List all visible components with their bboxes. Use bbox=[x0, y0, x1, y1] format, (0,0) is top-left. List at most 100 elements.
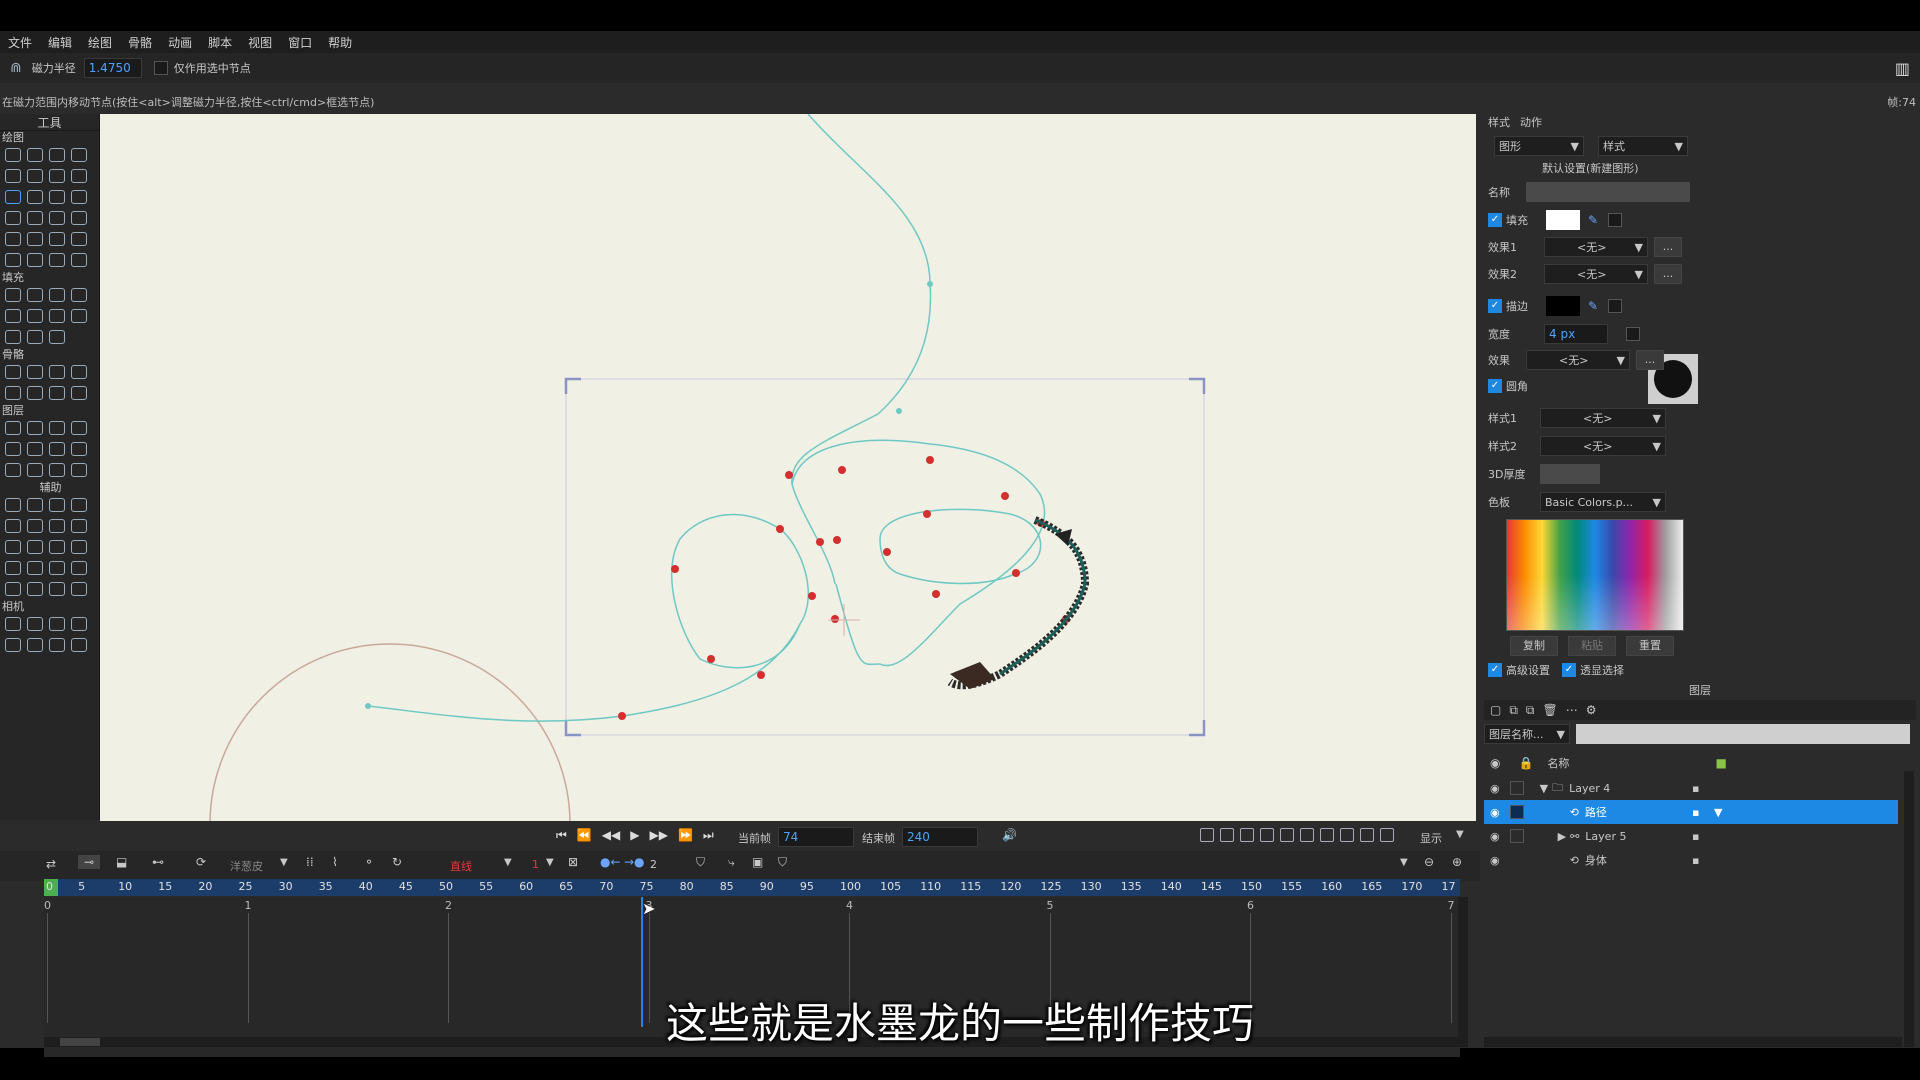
aux-tool-12-icon[interactable] bbox=[71, 540, 87, 554]
stroke-effect-dropdown[interactable]: <无> ▼ bbox=[1526, 350, 1630, 370]
create-shape-tool-icon[interactable] bbox=[71, 309, 87, 323]
visibility-eye-icon[interactable]: ◉ bbox=[1490, 806, 1500, 819]
step-back-icon[interactable]: ◀◀ bbox=[602, 828, 620, 843]
palette-dropdown[interactable]: Basic Colors.p... ▼ bbox=[1540, 492, 1666, 512]
magnet-radius-input[interactable]: 1.4750 bbox=[83, 58, 142, 78]
translate-points-tool-icon[interactable] bbox=[27, 148, 43, 162]
style1-dropdown[interactable]: <无> ▼ bbox=[1540, 408, 1666, 428]
warp-tool-icon[interactable] bbox=[71, 190, 87, 204]
layer-lock-checkbox[interactable] bbox=[1509, 781, 1524, 795]
aux-tool-3-icon[interactable] bbox=[49, 498, 65, 512]
menu-window[interactable]: 窗口 bbox=[280, 34, 320, 51]
select-shape-tool-icon[interactable] bbox=[5, 288, 21, 302]
curve-tool-icon[interactable] bbox=[49, 148, 65, 162]
book-icon[interactable]: ▥ bbox=[1895, 59, 1910, 78]
shield-icon[interactable]: ⛉ bbox=[696, 855, 705, 870]
aux-tool-14-icon[interactable] bbox=[27, 561, 43, 575]
brush-tool-icon[interactable] bbox=[71, 288, 87, 302]
chevron-down-icon[interactable]: ▼ bbox=[504, 857, 512, 868]
add-bone-tool-icon[interactable] bbox=[27, 365, 43, 379]
translate-layer-tool-icon[interactable] bbox=[27, 421, 43, 435]
visibility-eye-icon[interactable]: ◉ bbox=[1490, 830, 1500, 843]
menu-animation[interactable]: 动画 bbox=[160, 34, 200, 51]
shape-tool-icon[interactable] bbox=[49, 211, 65, 225]
paint-bucket-tool-icon[interactable] bbox=[49, 288, 65, 302]
palette-reset-button[interactable]: 重置 bbox=[1626, 636, 1674, 656]
volume-icon[interactable]: 🔊 bbox=[1002, 828, 1017, 842]
pass-select-checkbox[interactable] bbox=[1562, 663, 1576, 677]
depth-field[interactable] bbox=[1540, 464, 1600, 484]
effect2-dropdown[interactable]: <无> ▼ bbox=[1544, 264, 1648, 284]
freehand-tool-icon[interactable] bbox=[27, 169, 43, 183]
view-mode-3-icon[interactable] bbox=[1240, 828, 1254, 842]
eraser-tool-icon[interactable] bbox=[5, 330, 21, 344]
aux-tool-2-icon[interactable] bbox=[27, 498, 43, 512]
track-camera-tool-icon[interactable] bbox=[5, 617, 21, 631]
last-frame-icon[interactable]: ⏩ bbox=[678, 828, 693, 843]
triangle-tool-icon[interactable] bbox=[27, 211, 43, 225]
eyedropper-tool-icon[interactable] bbox=[27, 330, 43, 344]
layer-color-tag[interactable]: ▪ bbox=[1692, 854, 1699, 867]
tab-style[interactable]: 样式 bbox=[1488, 114, 1510, 130]
camera-icon[interactable]: ▣ bbox=[752, 855, 763, 869]
zoom-workspace-tool-icon[interactable] bbox=[27, 638, 43, 652]
image-tool-icon[interactable] bbox=[5, 253, 21, 267]
fill-color-swatch[interactable] bbox=[1546, 210, 1580, 230]
layer-row[interactable]: ◉ ▼ 🗀 Layer 4 ▪ bbox=[1484, 776, 1898, 800]
manipulate-bones-tool-icon[interactable] bbox=[5, 386, 21, 400]
view-mode-7-icon[interactable] bbox=[1320, 828, 1334, 842]
noise-tool-icon[interactable] bbox=[71, 211, 87, 225]
flip-layer-tool-icon[interactable] bbox=[5, 442, 21, 456]
curvature-tool-icon[interactable] bbox=[49, 309, 65, 323]
layer-lock-checkbox[interactable] bbox=[1509, 805, 1524, 819]
duplicate-layer-icon[interactable]: ⧉ bbox=[1509, 703, 1518, 718]
aux-tool-15-icon[interactable] bbox=[49, 561, 65, 575]
width-extra-checkbox[interactable] bbox=[1626, 327, 1640, 341]
layer-color-tag[interactable]: ▪ bbox=[1692, 806, 1699, 819]
view-mode-1-icon[interactable] bbox=[1200, 828, 1214, 842]
advanced-checkbox[interactable] bbox=[1488, 663, 1502, 677]
expand-arrow-icon[interactable]: ▶ bbox=[1558, 830, 1566, 843]
timeline-mode-icon[interactable]: ⇄ bbox=[46, 857, 56, 871]
zoom-in-icon[interactable]: ⊕ bbox=[1452, 855, 1462, 869]
layer-search-field[interactable] bbox=[1576, 724, 1910, 744]
3d-layer-tool-icon[interactable] bbox=[71, 463, 87, 477]
effect2-more-button[interactable]: ... bbox=[1654, 264, 1682, 284]
tab-actions[interactable]: 动作 bbox=[1520, 114, 1542, 130]
view-mode-6-icon[interactable] bbox=[1300, 828, 1314, 842]
menu-view[interactable]: 视图 bbox=[240, 34, 280, 51]
shape-dropdown[interactable]: 图形 ▼ bbox=[1494, 136, 1584, 156]
stroke-tool-icon[interactable] bbox=[49, 330, 65, 344]
rotate-workspace-tool-icon[interactable] bbox=[49, 638, 65, 652]
pan-tilt-camera-tool-icon[interactable] bbox=[71, 617, 87, 631]
aux-tool-18-icon[interactable] bbox=[27, 582, 43, 596]
layer-color-tag[interactable]: ▪ bbox=[1692, 782, 1699, 795]
wave-tool-icon[interactable] bbox=[5, 232, 21, 246]
blend-tool-icon[interactable] bbox=[49, 190, 65, 204]
particle-tool-icon[interactable] bbox=[27, 463, 43, 477]
arc-tool-icon[interactable] bbox=[71, 148, 87, 162]
layer-name-dropdown[interactable]: 图层名称... ▼ bbox=[1484, 724, 1570, 744]
style-dropdown[interactable]: 样式 ▼ bbox=[1598, 136, 1688, 156]
key-filter-icon[interactable]: ⊠ bbox=[568, 855, 578, 869]
rotate-layer-tool-icon[interactable] bbox=[71, 421, 87, 435]
keyframe-tool-icon[interactable]: ⚬ bbox=[364, 855, 374, 869]
chevron-down-icon[interactable]: ▼ bbox=[1456, 829, 1464, 840]
layer-row[interactable]: ◉ ▶ ⚯ Layer 5 ▪ bbox=[1484, 824, 1898, 848]
eyedropper-icon[interactable]: ✎ bbox=[1588, 213, 1598, 227]
palette-copy-button[interactable]: 复制 bbox=[1510, 636, 1558, 656]
star-tool-icon[interactable] bbox=[71, 232, 87, 246]
menu-script[interactable]: 脚本 bbox=[200, 34, 240, 51]
stroke-color-swatch[interactable] bbox=[1546, 296, 1580, 316]
menu-help[interactable]: 帮助 bbox=[320, 34, 360, 51]
grid-dots-icon[interactable]: ⁞⁞ bbox=[306, 855, 314, 869]
zoom-camera-tool-icon[interactable] bbox=[27, 617, 43, 631]
layer-color-tag[interactable]: ▪ bbox=[1692, 830, 1699, 843]
view-mode-10-icon[interactable] bbox=[1380, 828, 1394, 842]
onion-skin-dropdown[interactable]: 洋葱皮 bbox=[230, 858, 263, 874]
layer-lock-checkbox[interactable] bbox=[1509, 829, 1524, 843]
next-key-icon[interactable]: →● bbox=[624, 855, 645, 869]
bezier-tool-icon[interactable] bbox=[71, 169, 87, 183]
text-tool-icon[interactable] bbox=[71, 442, 87, 456]
aux-tool-4-icon[interactable] bbox=[71, 498, 87, 512]
